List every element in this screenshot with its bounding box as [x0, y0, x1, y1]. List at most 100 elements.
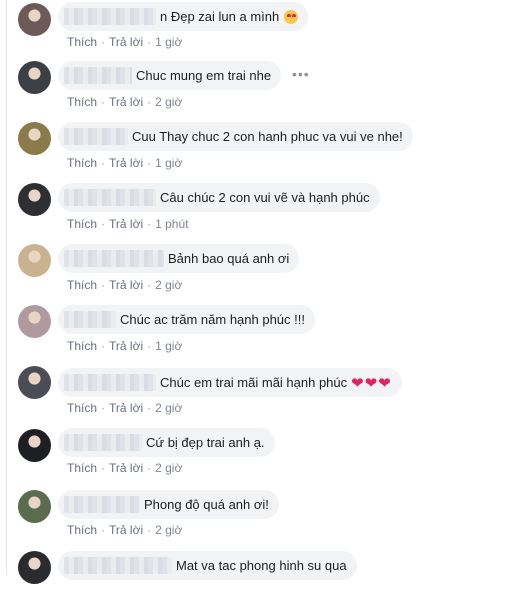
blurred-name[interactable] — [64, 189, 156, 206]
comment-item: Mat va tac phong hinh su qua — [0, 549, 518, 610]
comment-actions: Thích · Trả lời · 2 giờ — [67, 523, 182, 537]
comment-bubble: Chúc em trai mãi mãi hạnh phúc ❤❤❤ — [58, 368, 402, 397]
comment-text: Bảnh bao quá anh ơi — [168, 251, 290, 266]
comment-item: Cứ bị đẹp trai anh ạ. Thích · Trả lời · 2 gi… — [0, 427, 518, 488]
like-link[interactable]: Thích — [67, 278, 97, 292]
comment-bubble: Bảnh bao quá anh ơi — [58, 244, 300, 273]
avatar[interactable] — [18, 183, 51, 216]
separator: · — [101, 278, 106, 292]
avatar[interactable] — [18, 61, 51, 94]
timestamp[interactable]: 1 giờ — [155, 35, 182, 49]
comment-actions: Thích · Trả lời · 2 giờ — [67, 278, 182, 292]
blurred-name[interactable] — [64, 434, 142, 451]
comment-text: n Đẹp zai lun a mình — [160, 9, 280, 24]
comment-text: Câu chúc 2 con vui vẽ và hạnh phúc — [160, 190, 370, 205]
separator: · — [101, 401, 106, 415]
avatar[interactable] — [18, 305, 51, 338]
comment-item: Câu chúc 2 con vui vẽ và hạnh phúc Thích… — [0, 183, 518, 244]
avatar[interactable] — [18, 551, 51, 584]
comment-item: Chuc mung em trai nhe ••• Thích · Trả lời ·… — [0, 61, 518, 122]
comment-actions: Thích · Trả lời · 1 phút — [67, 217, 188, 231]
separator: · — [147, 217, 152, 231]
comment-text: Phong độ quá anh ơi! — [144, 497, 269, 512]
blurred-name[interactable] — [64, 67, 132, 84]
separator: · — [147, 523, 152, 537]
blurred-name[interactable] — [64, 311, 116, 328]
reply-link[interactable]: Trả lời — [109, 35, 143, 49]
comment-actions: Thích · Trả lời · 2 giờ — [67, 461, 182, 475]
like-link[interactable]: Thích — [67, 339, 97, 353]
avatar[interactable] — [18, 366, 51, 399]
like-link[interactable]: Thích — [67, 156, 97, 170]
separator: · — [101, 523, 106, 537]
timestamp[interactable]: 2 giờ — [155, 278, 182, 292]
separator: · — [147, 401, 152, 415]
timestamp[interactable]: 2 giờ — [155, 401, 182, 415]
comment-text: Chuc mung em trai nhe — [136, 68, 272, 83]
timestamp[interactable]: 2 giờ — [155, 523, 182, 537]
separator: · — [147, 339, 152, 353]
avatar[interactable] — [18, 429, 51, 462]
blurred-name[interactable] — [64, 496, 140, 513]
separator: · — [147, 35, 152, 49]
like-link[interactable]: Thích — [67, 95, 97, 109]
more-horizontal-icon[interactable]: ••• — [292, 66, 310, 82]
comment-item: Cuu Thay chuc 2 con hanh phuc va vui ve … — [0, 122, 518, 183]
timestamp[interactable]: 1 phút — [155, 217, 188, 231]
comment-bubble: Mat va tac phong hinh su qua — [58, 551, 357, 580]
blurred-name[interactable] — [64, 128, 128, 145]
comment-actions: Thích · Trả lời · 1 giờ — [67, 339, 182, 353]
comment-bubble: Chuc mung em trai nhe — [58, 61, 282, 90]
comment-item: Chúc em trai mãi mãi hạnh phúc ❤❤❤ Thích… — [0, 366, 518, 427]
timestamp[interactable]: 1 giờ — [155, 156, 182, 170]
separator: · — [147, 95, 152, 109]
comment-item: n Đẹp zai lun a mình Thích · Trả lời · 1 giờ — [0, 0, 518, 61]
comment-item: Bảnh bao quá anh ơi Thích · Trả lời · 2 giờ — [0, 244, 518, 305]
comment-text: Chúc em trai mãi mãi hạnh phúc — [160, 375, 348, 390]
like-link[interactable]: Thích — [67, 35, 97, 49]
blurred-name[interactable] — [64, 250, 164, 267]
comment-text: Cuu Thay chuc 2 con hanh phuc va vui ve … — [132, 129, 403, 144]
like-link[interactable]: Thích — [67, 217, 97, 231]
separator: · — [101, 217, 106, 231]
heart-emojis: ❤❤❤ — [351, 374, 392, 392]
reply-link[interactable]: Trả lời — [109, 461, 143, 475]
separator: · — [147, 156, 152, 170]
comment-actions: Thích · Trả lời · 2 giờ — [67, 401, 182, 415]
separator: · — [101, 35, 106, 49]
avatar[interactable] — [18, 122, 51, 155]
avatar[interactable] — [18, 490, 51, 523]
like-link[interactable]: Thích — [67, 401, 97, 415]
comment-bubble: Cứ bị đẹp trai anh ạ. — [58, 428, 275, 457]
separator: · — [147, 461, 152, 475]
comment-item: Phong độ quá anh ơi! Thích · Trả lời · 2 giờ — [0, 488, 518, 549]
comment-bubble: Phong độ quá anh ơi! — [58, 490, 279, 519]
separator: · — [147, 278, 152, 292]
reply-link[interactable]: Trả lời — [109, 339, 143, 353]
avatar[interactable] — [18, 244, 51, 277]
comment-text: Mat va tac phong hinh su qua — [176, 558, 347, 573]
reply-link[interactable]: Trả lời — [109, 156, 143, 170]
reply-link[interactable]: Trả lời — [109, 95, 143, 109]
reply-link[interactable]: Trả lời — [109, 523, 143, 537]
reply-link[interactable]: Trả lời — [109, 401, 143, 415]
like-link[interactable]: Thích — [67, 523, 97, 537]
timestamp[interactable]: 2 giờ — [155, 461, 182, 475]
reply-link[interactable]: Trả lời — [109, 217, 143, 231]
blurred-name[interactable] — [64, 374, 156, 391]
reply-link[interactable]: Trả lời — [109, 278, 143, 292]
like-link[interactable]: Thích — [67, 461, 97, 475]
timestamp[interactable]: 2 giờ — [155, 95, 182, 109]
comment-text: Cứ bị đẹp trai anh ạ. — [146, 435, 265, 450]
separator: · — [101, 95, 106, 109]
blurred-name[interactable] — [64, 557, 172, 574]
avatar[interactable] — [18, 3, 51, 36]
timestamp[interactable]: 1 giờ — [155, 339, 182, 353]
comment-actions: Thích · Trả lời · 1 giờ — [67, 35, 182, 49]
separator: · — [101, 339, 106, 353]
comment-text: Chúc ac trăm năm hạnh phúc !!! — [120, 312, 305, 327]
heart-eyes-emoji-icon — [284, 9, 299, 24]
separator: · — [101, 461, 106, 475]
comment-bubble: Cuu Thay chuc 2 con hanh phuc va vui ve … — [58, 122, 413, 151]
blurred-name[interactable] — [64, 8, 156, 25]
